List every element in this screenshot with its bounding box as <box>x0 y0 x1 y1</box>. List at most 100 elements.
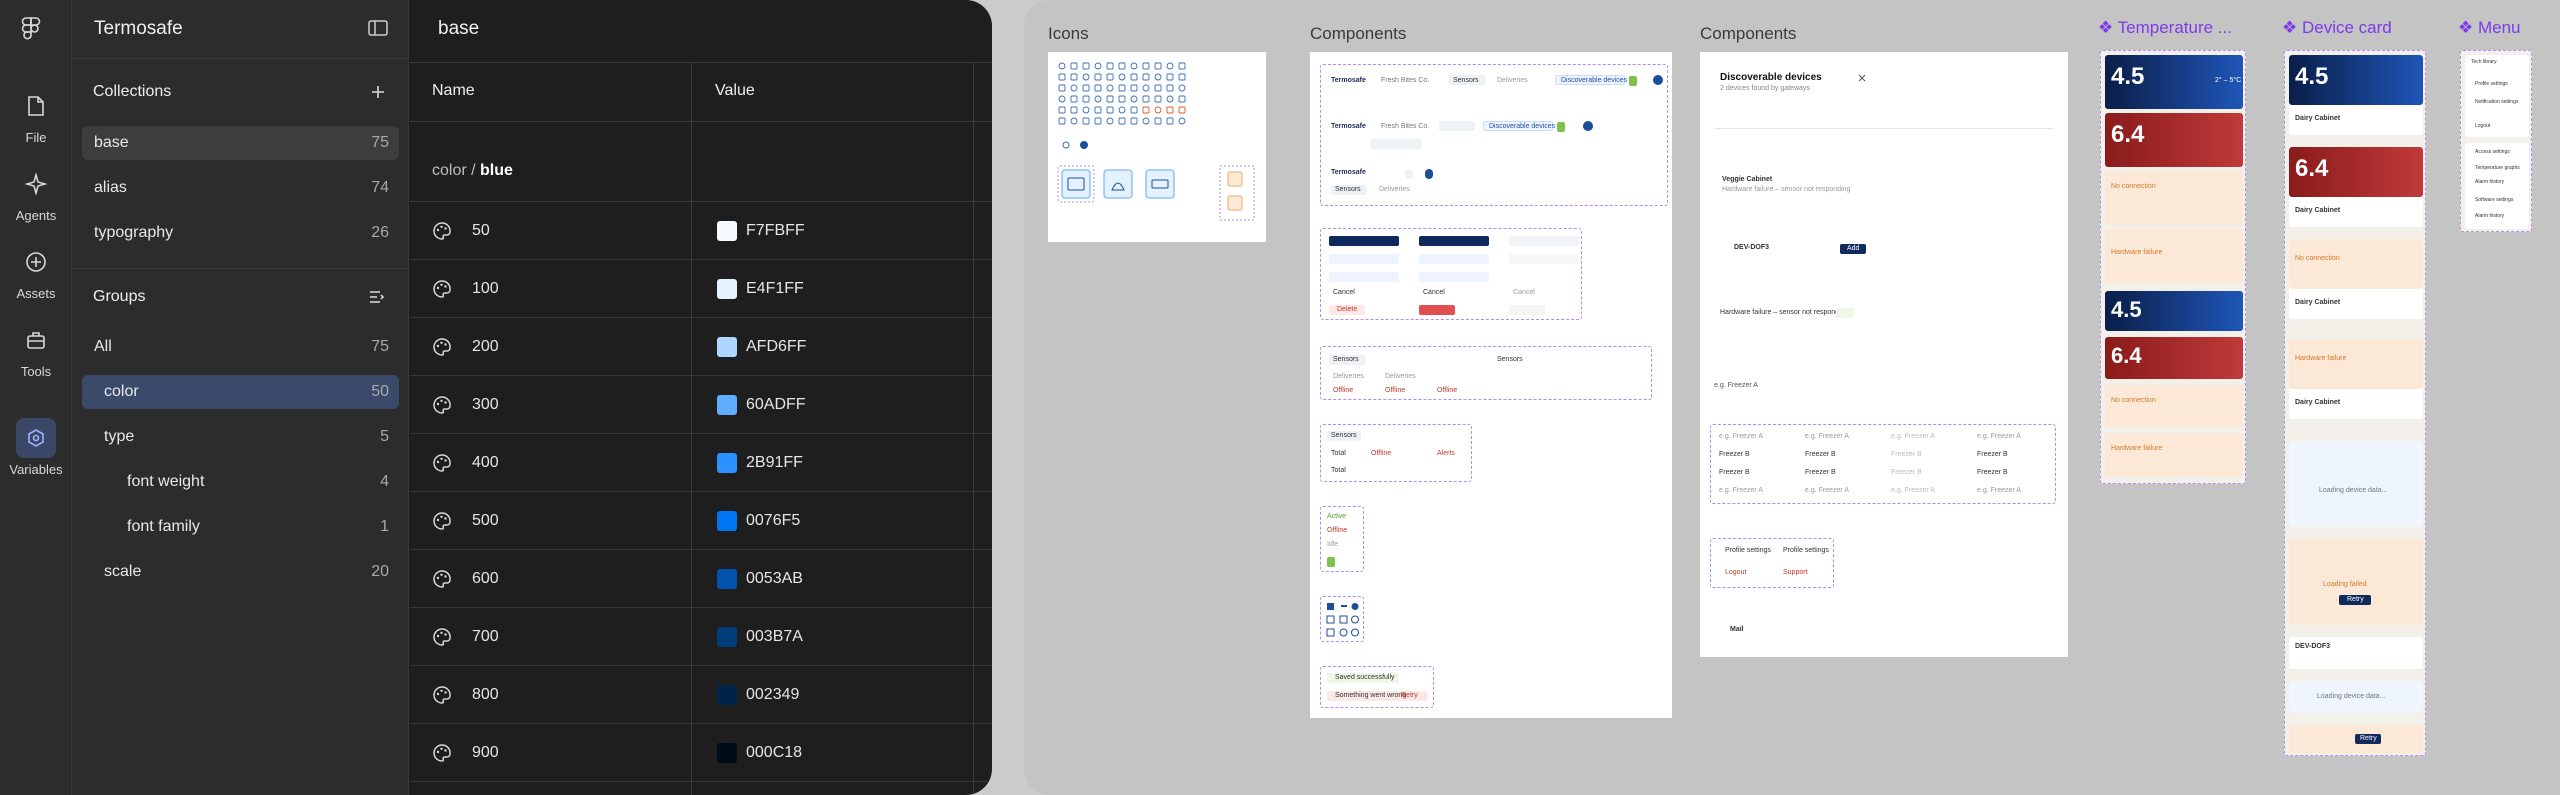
menu-item[interactable]: Alarm history <box>2475 179 2504 185</box>
frame-label-components[interactable]: Components <box>1700 24 1796 44</box>
frame-label-temperature[interactable]: ❖ Temperature ... <box>2098 18 2232 38</box>
group-item-all[interactable]: All 75 <box>82 330 399 364</box>
menu-item[interactable]: Temperature graphs <box>2475 165 2520 171</box>
rail-assets[interactable]: Assets <box>0 242 72 301</box>
device-card-failed-compact[interactable]: Retry <box>2289 725 2423 753</box>
components-frame-1[interactable]: Termosafe Fresh Bites Co. Sensors Delive… <box>1310 52 1672 718</box>
frame-label-device-card[interactable]: ❖ Device card <box>2282 18 2392 38</box>
variable-value[interactable]: 0053AB <box>746 570 803 588</box>
color-swatch[interactable] <box>717 627 737 647</box>
device-card-loading[interactable]: Loading device data... <box>2289 441 2423 527</box>
components-frame-2[interactable]: Discoverable devices 2 devices found by … <box>1700 52 2068 657</box>
menu-item[interactable]: Logout <box>2475 123 2490 129</box>
menu-item[interactable]: Profile settings <box>2475 81 2508 87</box>
temp-card-hw-failure-sm[interactable]: Hardware failure <box>2105 433 2243 477</box>
frame-label-components[interactable]: Components <box>1310 24 1406 44</box>
variable-value[interactable]: 60ADFF <box>746 396 806 414</box>
sidebar-toggle-icon[interactable] <box>368 20 388 36</box>
group-count: 20 <box>371 563 389 580</box>
variable-row[interactable]: 500 0076F5 <box>410 492 992 550</box>
variable-row[interactable]: 600 0053AB <box>410 550 992 608</box>
color-swatch[interactable] <box>717 685 737 705</box>
color-swatch[interactable] <box>717 511 737 531</box>
collapse-groups-icon[interactable] <box>368 288 386 306</box>
color-swatch[interactable] <box>717 743 737 763</box>
variable-row[interactable]: 100 E4F1FF <box>410 260 992 318</box>
color-swatch[interactable] <box>717 221 737 241</box>
variable-value[interactable]: 0076F5 <box>746 512 800 530</box>
variable-value[interactable]: 000C18 <box>746 744 802 762</box>
collection-item-typography[interactable]: typography 26 <box>82 216 399 250</box>
menu-item[interactable]: Access settings <box>2475 149 2510 155</box>
temp-card-alarm-sm[interactable]: 6.4 <box>2105 337 2243 379</box>
color-swatch[interactable] <box>717 337 737 357</box>
menu-item[interactable]: Software settings <box>2475 197 2513 203</box>
device-card-loading-compact[interactable]: Loading device data... <box>2289 681 2423 713</box>
add-collection-icon[interactable] <box>370 84 386 100</box>
color-swatch[interactable] <box>717 395 737 415</box>
menu-card-2[interactable]: Access settings Temperature graphs Alarm… <box>2465 143 2529 229</box>
column-header-name[interactable]: Name <box>432 82 475 100</box>
group-item-font-family[interactable]: font family 1 <box>82 510 399 544</box>
retry-label: Retry <box>2347 596 2364 603</box>
device-card-normal[interactable]: 4.5 Dairy Cabinet <box>2289 55 2423 135</box>
device-card-hw-failure[interactable]: Hardware failure Dairy Cabinet <box>2289 339 2423 419</box>
collection-item-alias[interactable]: alias 74 <box>82 171 399 205</box>
variable-name: 700 <box>472 628 499 645</box>
frame-label-icons[interactable]: Icons <box>1048 24 1089 44</box>
variable-row[interactable]: 400 2B91FF <box>410 434 992 492</box>
close-icon[interactable] <box>1858 74 1866 82</box>
temp-card-hw-failure[interactable]: Hardware failure <box>2105 229 2243 283</box>
no-connection: No connection <box>2111 183 2156 190</box>
group-item-type[interactable]: type 5 <box>82 420 399 454</box>
variable-row[interactable]: 300 60ADFF <box>410 376 992 434</box>
menu-item[interactable]: Notification settings <box>2475 99 2518 105</box>
color-swatch[interactable] <box>717 279 737 299</box>
icons-frame[interactable] <box>1048 52 1266 242</box>
mock-preset-b: Freezer B <box>1977 451 2008 458</box>
temp-card-normal[interactable]: 4.5 2° – 5°C <box>2105 55 2243 109</box>
temp-card-alarm[interactable]: 6.4 <box>2105 113 2243 167</box>
design-canvas[interactable]: Icons Components Components ❖ Temperatur… <box>1024 0 2560 795</box>
variable-row[interactable]: 800 002349 <box>410 666 992 724</box>
figma-logo-icon[interactable] <box>20 16 42 42</box>
rail-tools[interactable]: Tools <box>0 320 72 379</box>
variable-value[interactable]: E4F1FF <box>746 280 804 298</box>
sparkle-icon <box>25 173 47 195</box>
frame-label-menu[interactable]: ❖ Menu <box>2458 18 2521 38</box>
header-variants: Termosafe Fresh Bites Co. Sensors Delive… <box>1320 64 1668 206</box>
device-card-alarm[interactable]: 6.4 Dairy Cabinet <box>2289 147 2423 227</box>
device-id: DEV-DOF3 <box>2295 643 2331 650</box>
variable-value[interactable]: AFD6FF <box>746 338 806 356</box>
column-header-value[interactable]: Value <box>715 82 755 100</box>
variable-row[interactable]: 200 AFD6FF <box>410 318 992 376</box>
group-item-font-weight[interactable]: font weight 4 <box>82 465 399 499</box>
rail-agents[interactable]: Agents <box>0 164 72 223</box>
color-swatch[interactable] <box>717 569 737 589</box>
menu-item[interactable]: Tech library <box>2471 59 2497 65</box>
temp-card-normal-sm[interactable]: 4.5 <box>2105 291 2243 331</box>
menu-item[interactable]: Alarm history <box>2475 213 2504 219</box>
variable-value[interactable]: F7FBFF <box>746 222 805 240</box>
no-connection: No connection <box>2111 397 2156 404</box>
variable-row[interactable]: 900 000C18 <box>410 724 992 782</box>
temp-card-no-connection-sm[interactable]: No connection <box>2105 385 2243 427</box>
device-card-no-connection[interactable]: No connection Dairy Cabinet <box>2289 239 2423 319</box>
rail-variables[interactable]: Variables <box>0 418 72 477</box>
variable-row[interactable]: 50 F7FBFF <box>410 202 992 260</box>
temp-card-no-connection[interactable]: No connection <box>2105 171 2243 225</box>
variable-row[interactable]: 700 003B7A <box>410 608 992 666</box>
variables-panel: File Agents Assets Tools Variables Termo… <box>0 0 992 795</box>
variable-name: 50 <box>472 222 490 239</box>
group-item-scale[interactable]: scale 20 <box>82 555 399 589</box>
device-card-compact[interactable]: DEV-DOF3 <box>2289 637 2423 669</box>
variable-value[interactable]: 003B7A <box>746 628 803 646</box>
group-item-color[interactable]: color 50 <box>82 375 399 409</box>
collection-item-base[interactable]: base 75 <box>82 126 399 160</box>
rail-file[interactable]: File <box>0 86 72 145</box>
color-swatch[interactable] <box>717 453 737 473</box>
device-card-loading-failed[interactable]: Loading failed Retry <box>2289 539 2423 625</box>
menu-card-1[interactable]: Tech library Profile settings Notificati… <box>2465 55 2529 137</box>
variable-value[interactable]: 2B91FF <box>746 454 803 472</box>
variable-value[interactable]: 002349 <box>746 686 799 704</box>
